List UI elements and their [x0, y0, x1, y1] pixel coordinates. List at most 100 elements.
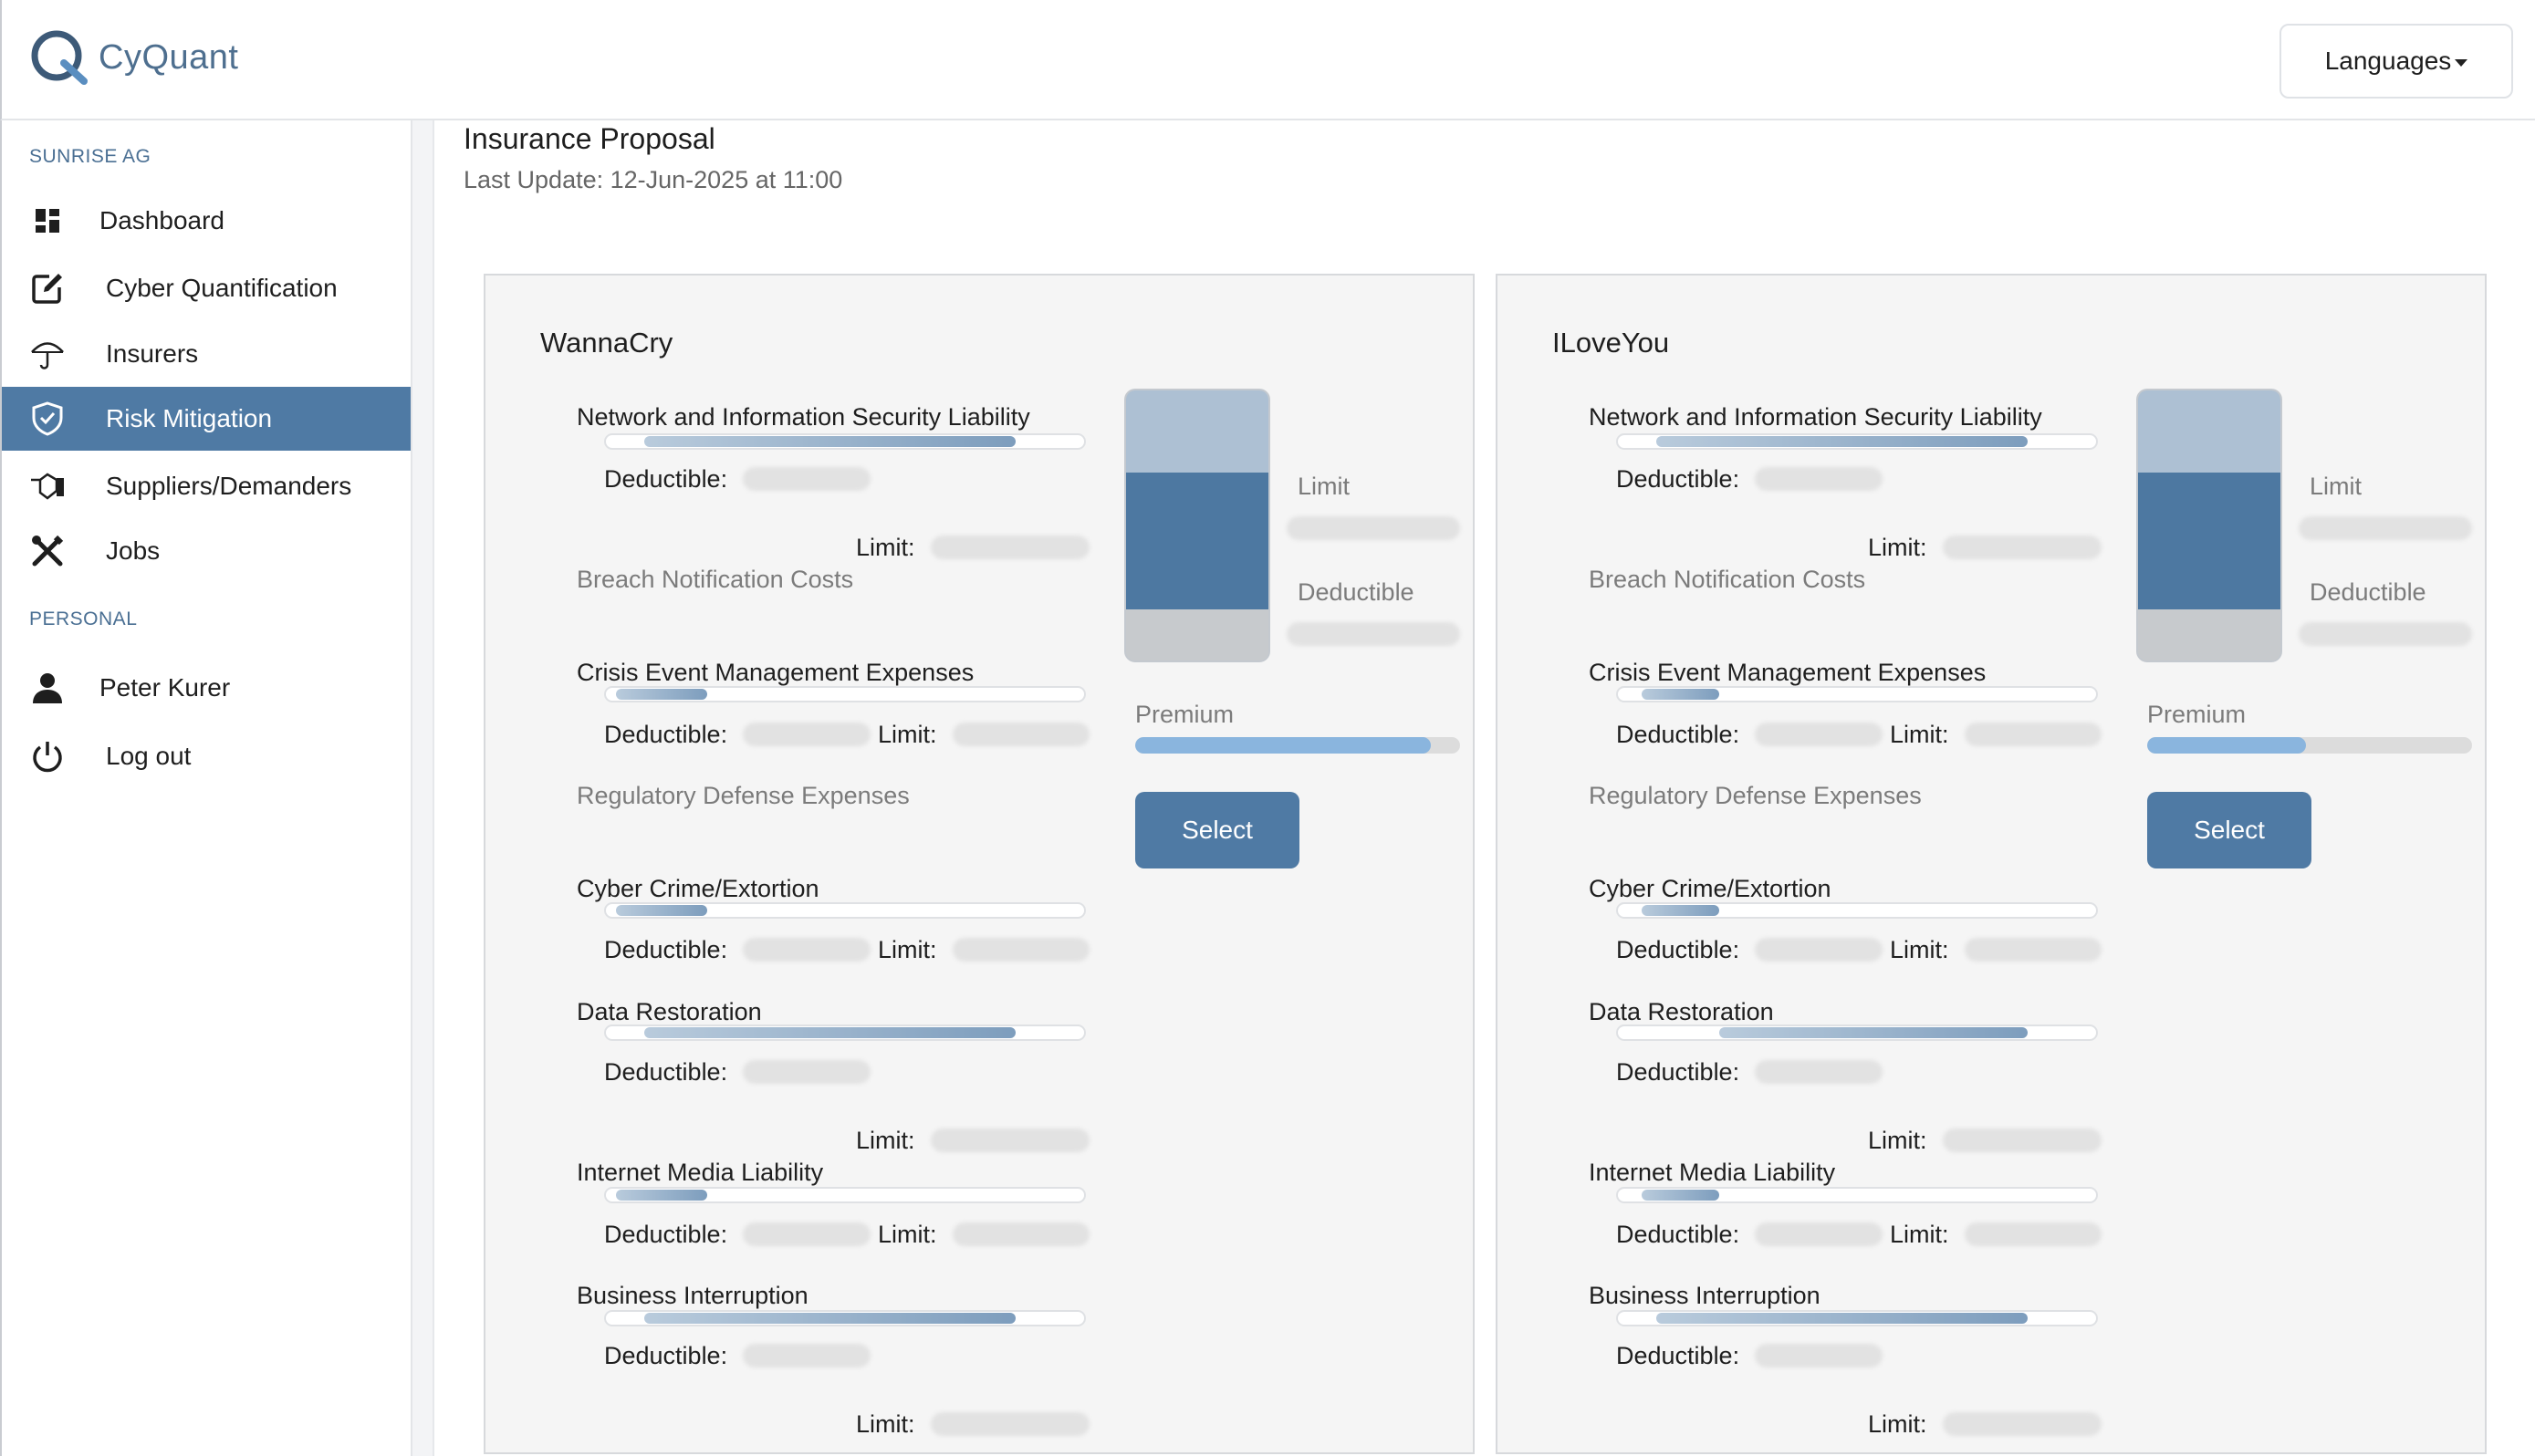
deductible-label: Deductible:: [1616, 1220, 1740, 1248]
coverage-range-slider[interactable]: [1616, 1024, 2098, 1041]
deductible-label: Deductible:: [1616, 1057, 1740, 1086]
sidebar-item-suppliers-demanders[interactable]: Suppliers/Demanders: [2, 454, 411, 518]
cyquant-logo-icon: [31, 30, 88, 85]
limit-label: Limit:: [856, 1126, 915, 1154]
deductible-value-redacted: [743, 1059, 871, 1084]
deductible-value-redacted: [1755, 1059, 1883, 1084]
deductible-value-redacted: [743, 722, 871, 746]
limit-value-redacted: [931, 1128, 1090, 1152]
select-button[interactable]: Select: [1135, 792, 1299, 868]
limit-value-redacted: [931, 1412, 1090, 1436]
coverage-range-fill: [1656, 1312, 2028, 1324]
coverage-name: Crisis Event Management Expenses: [1589, 658, 1987, 686]
coverage-name: Network and Information Security Liabili…: [577, 403, 1030, 432]
coverage-name: Business Interruption: [1589, 1282, 1820, 1310]
deductible-label: Deductible:: [604, 1342, 728, 1370]
coverage-range-slider[interactable]: [604, 686, 1086, 703]
gauge-deductible-value-redacted: [1287, 622, 1460, 646]
coverage-range-slider[interactable]: [604, 902, 1086, 920]
coverage-name: Regulatory Defense Expenses: [1589, 782, 1922, 810]
sidebar-section-org: SUNRISE AG: [29, 146, 151, 167]
umbrella-icon: [29, 336, 66, 372]
coverage-range-fill: [1642, 689, 1719, 701]
coverage-name: Breach Notification Costs: [577, 566, 854, 594]
caret-down-icon: [2455, 59, 2468, 67]
gauge-limit-segment: [1126, 473, 1268, 609]
coverage-range-slider[interactable]: [1616, 686, 2098, 703]
deductible-value-redacted: [1755, 722, 1883, 746]
limit-label: Limit:: [856, 533, 915, 561]
user-icon: [29, 670, 66, 706]
select-button[interactable]: Select: [2147, 792, 2311, 868]
coverage-range-slider[interactable]: [604, 1024, 1086, 1041]
deductible-value-redacted: [1755, 467, 1883, 492]
tools-icon: [29, 533, 66, 569]
coverage-range-slider[interactable]: [1616, 432, 2098, 450]
gauge-limit-label: Limit: [1298, 473, 1351, 500]
coverage-range-slider[interactable]: [604, 432, 1086, 450]
sidebar-item-insurers[interactable]: Insurers: [2, 322, 411, 386]
coverage-name: Cyber Crime/Extortion: [1589, 874, 1831, 902]
limit-value-redacted: [1943, 535, 2102, 559]
limit-value-redacted: [931, 535, 1090, 559]
coverage-range-fill: [1656, 435, 2028, 447]
proposal-title: ILoveYou: [1552, 327, 1670, 359]
limit-value-redacted: [1965, 938, 2102, 962]
sidebar-section-personal: PERSONAL: [29, 608, 138, 629]
sidebar-item-jobs[interactable]: Jobs: [2, 519, 411, 583]
sidebar-item-label: Cyber Quantification: [106, 274, 338, 302]
premium-bar: [2147, 737, 2472, 754]
last-update: Last Update: 12-Jun-2025 at 11:00: [464, 166, 843, 193]
deductible-value-redacted: [1755, 1344, 1883, 1368]
sidebar-item-dashboard[interactable]: Dashboard: [2, 189, 411, 253]
limit-label: Limit:: [856, 1410, 915, 1438]
coverage-range-slider[interactable]: [604, 1309, 1086, 1326]
gauge-deductible-label: Deductible: [1298, 578, 1414, 606]
languages-dropdown[interactable]: Languages: [2279, 24, 2513, 99]
gauge-limit-value-redacted: [1287, 516, 1460, 540]
coverage-range-slider[interactable]: [604, 1186, 1086, 1203]
sidebar-item-logout[interactable]: Log out: [2, 724, 411, 788]
deductible-label: Deductible:: [604, 1220, 728, 1248]
coverage-range-fill: [1718, 1026, 2028, 1038]
sidebar-item-cyber-quantification[interactable]: Cyber Quantification: [2, 256, 411, 320]
premium-bar: [1135, 737, 1460, 754]
sidebar-item-label: Risk Mitigation: [106, 404, 273, 432]
gauge-deductible-segment: [1126, 609, 1268, 660]
coverage-range-slider[interactable]: [1616, 902, 2098, 920]
sidebar-item-user[interactable]: Peter Kurer: [2, 656, 411, 720]
deductible-label: Deductible:: [604, 720, 728, 748]
limit-label: Limit:: [1890, 1220, 1949, 1248]
logo-text: CyQuant: [99, 37, 239, 77]
coverage-range-fill: [615, 905, 707, 917]
deductible-value-redacted: [1755, 1222, 1883, 1246]
deductible-value-redacted: [743, 938, 871, 962]
coverage-range-slider[interactable]: [1616, 1186, 2098, 1203]
handshake-icon: [29, 468, 66, 504]
gauge-upper-segment: [1126, 390, 1268, 473]
coverage-name: Data Restoration: [577, 997, 762, 1025]
deductible-value-redacted: [1755, 938, 1883, 962]
coverage-name: Crisis Event Management Expenses: [577, 658, 975, 686]
sidebar-item-label: Dashboard: [99, 206, 224, 234]
premium-label: Premium: [1135, 701, 1235, 728]
deductible-label: Deductible:: [1616, 465, 1740, 494]
gauge-limit-value-redacted: [2299, 516, 2472, 540]
deductible-value-redacted: [743, 467, 871, 492]
gauge-limit-segment: [2138, 473, 2280, 609]
sidebar-item-risk-mitigation[interactable]: Risk Mitigation: [2, 387, 411, 451]
cyquant-logo[interactable]: CyQuant: [29, 26, 238, 89]
coverage-range-fill: [1642, 1189, 1719, 1201]
limit-deductible-gauge: [2136, 389, 2282, 662]
coverage-range-slider[interactable]: [1616, 1309, 2098, 1326]
gauge-deductible-label: Deductible: [2310, 578, 2426, 606]
limit-label: Limit:: [878, 720, 937, 748]
deductible-label: Deductible:: [1616, 720, 1740, 748]
limit-value-redacted: [953, 938, 1090, 962]
coverage-name: Cyber Crime/Extortion: [577, 874, 819, 902]
coverage-name: Internet Media Liability: [577, 1159, 824, 1187]
gauge-deductible-segment: [2138, 609, 2280, 660]
gauge-deductible-value-redacted: [2299, 622, 2472, 646]
sidebar-item-label: Jobs: [106, 536, 161, 565]
limit-label: Limit:: [1868, 1126, 1927, 1154]
